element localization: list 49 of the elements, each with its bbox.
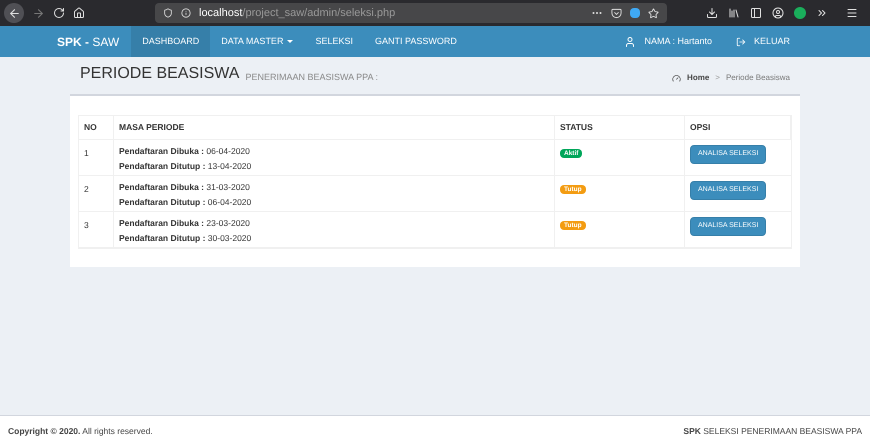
back-arrow-icon bbox=[8, 6, 20, 20]
period-line: Pendaftaran Dibuka : 23-03-2020 bbox=[119, 217, 251, 230]
star-icon[interactable] bbox=[648, 8, 659, 18]
logout-icon bbox=[736, 36, 746, 46]
url-field[interactable]: localhost/project_saw/admin/seleksi.php bbox=[155, 3, 667, 23]
download-icon[interactable] bbox=[706, 7, 718, 19]
dashboard-icon bbox=[672, 74, 682, 82]
breadcrumb-current: Periode Beasiswa bbox=[726, 72, 790, 84]
reload-icon[interactable] bbox=[53, 7, 65, 19]
info-icon bbox=[181, 8, 191, 18]
breadcrumb-separator: > bbox=[715, 72, 720, 84]
url-text: localhost/project_saw/admin/seleksi.php bbox=[199, 6, 396, 21]
brand-logo[interactable]: SPK - SAW bbox=[57, 32, 120, 50]
table-cell: 3 bbox=[84, 220, 89, 230]
nav-item[interactable]: DATA MASTER bbox=[210, 26, 304, 57]
nav-item[interactable]: GANTI PASSWORD bbox=[364, 26, 468, 57]
overflow-icon[interactable] bbox=[816, 7, 828, 19]
menu-icon[interactable] bbox=[846, 7, 858, 19]
sidebar-icon[interactable] bbox=[750, 7, 762, 19]
home-icon[interactable] bbox=[73, 7, 85, 19]
period-line: Pendaftaran Ditutup : 30-03-2020 bbox=[119, 232, 252, 244]
extension-icon[interactable] bbox=[794, 7, 806, 19]
user-name[interactable]: NAMA : Hartanto bbox=[644, 34, 712, 48]
logout-link[interactable]: KELUAR bbox=[754, 34, 790, 48]
avatar-icon bbox=[624, 36, 636, 48]
copyright-text: Copyright © 2020. All rights reserved. bbox=[8, 425, 153, 438]
library-icon[interactable] bbox=[728, 7, 740, 19]
period-line: Pendaftaran Ditutup : 13-04-2020 bbox=[119, 160, 252, 172]
breadcrumb-link[interactable]: Home bbox=[687, 72, 710, 84]
extension-icon[interactable] bbox=[630, 8, 640, 18]
pocket-icon[interactable] bbox=[611, 8, 622, 18]
shield-icon bbox=[163, 8, 173, 18]
back-button[interactable] bbox=[4, 3, 24, 23]
table-cell: 2 bbox=[84, 184, 89, 194]
column-header: OPSI bbox=[690, 121, 710, 134]
column-header: STATUS bbox=[560, 121, 593, 134]
table-cell: 1 bbox=[84, 148, 89, 158]
period-line: Pendaftaran Ditutup : 06-04-2020 bbox=[119, 196, 252, 208]
period-line: Pendaftaran Dibuka : 31-03-2020 bbox=[119, 181, 251, 194]
period-line: Pendaftaran Dibuka : 06-04-2020 bbox=[119, 145, 251, 158]
account-icon[interactable] bbox=[772, 7, 784, 19]
footer-app-name: SPK SELEKSI PENERIMAAN BEASISWA PPA bbox=[683, 425, 862, 438]
column-header: MASA PERIODE bbox=[119, 121, 184, 134]
column-header: NO bbox=[84, 121, 97, 134]
page-title: PERIODE BEASISWA bbox=[80, 64, 240, 84]
forward-icon[interactable] bbox=[32, 6, 45, 20]
nav-item[interactable]: DASHBOARD bbox=[131, 26, 210, 57]
nav-item[interactable]: SELEKSI bbox=[304, 26, 364, 57]
page-subtitle: PENERIMAAN BEASISWA PPA : bbox=[245, 70, 378, 84]
